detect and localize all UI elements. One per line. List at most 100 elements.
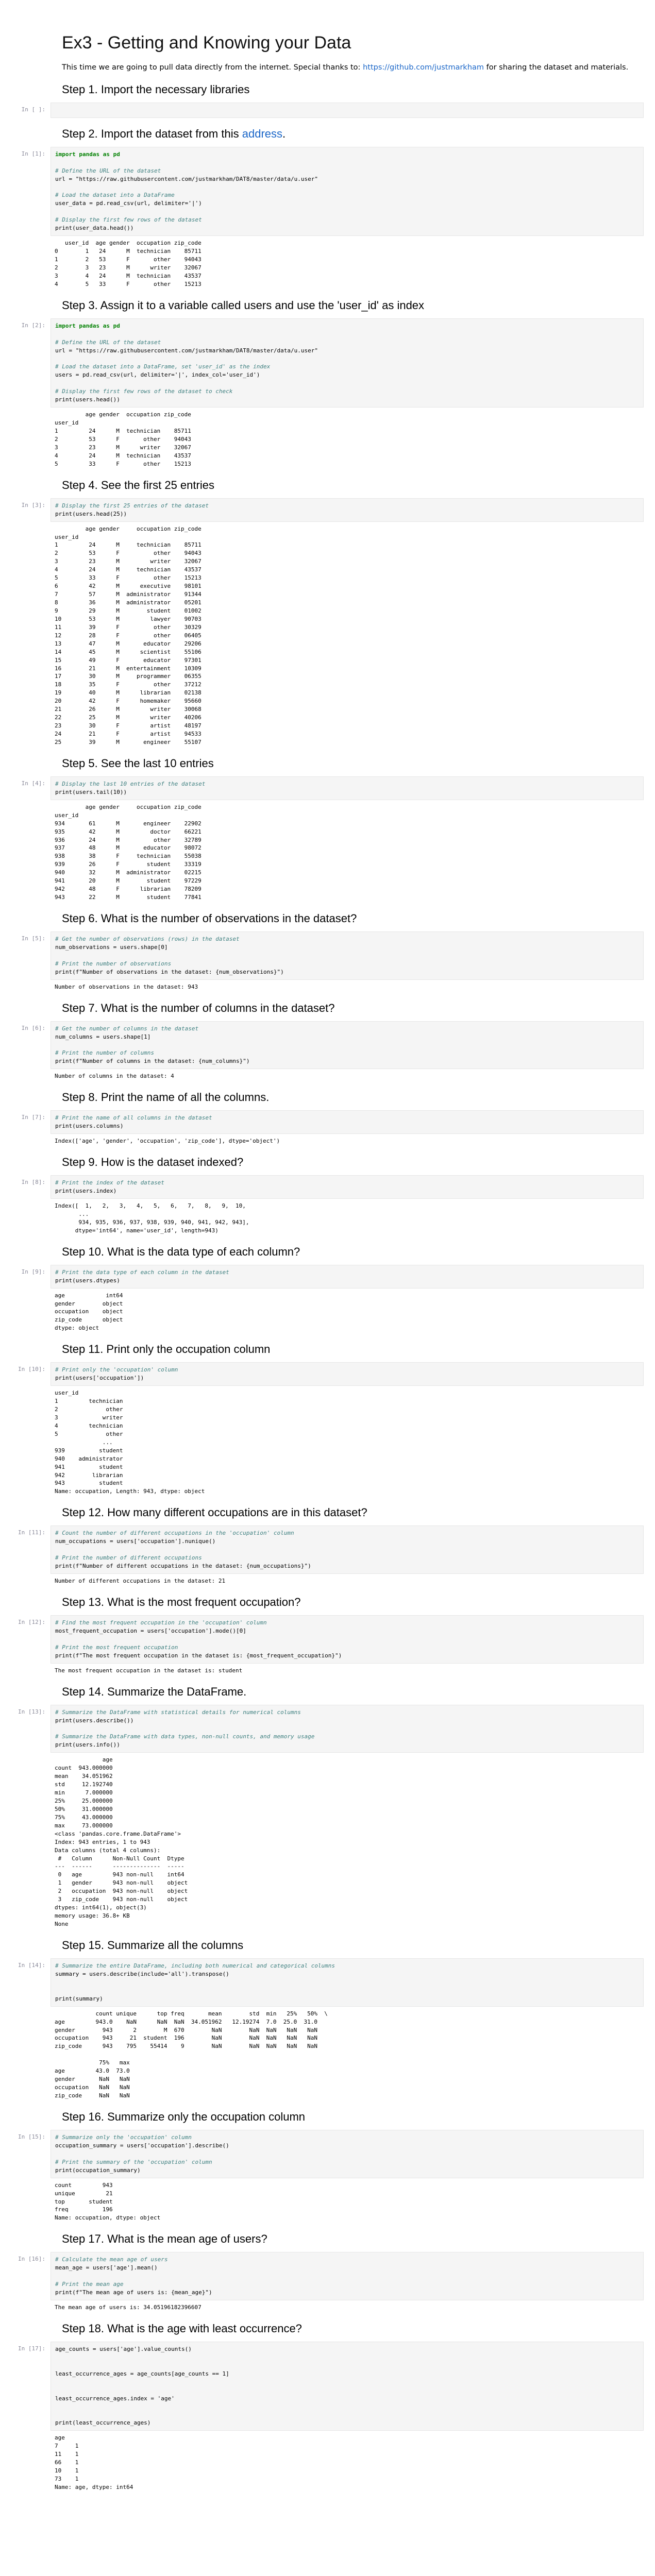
code-input[interactable] xyxy=(51,102,644,118)
cell-output-16: count 943 unique 21 top student freq 196… xyxy=(0,2180,644,2224)
output-text: Number of different occupations in the d… xyxy=(55,1578,226,1584)
code-comment: # Print the data type of each column in … xyxy=(55,1268,229,1276)
code-cell-5[interactable]: In [4]: # Display the last 10 entries of… xyxy=(0,776,644,800)
cell-prompt: In [13]: xyxy=(18,1708,45,1715)
code-comment: # Print the mean age xyxy=(55,2281,124,2288)
code-cell-3[interactable]: In [2]: import pandas as pd # Define the… xyxy=(0,318,644,408)
code-input[interactable]: age_counts = users['age'].value_counts()… xyxy=(51,2341,644,2431)
output-text: The mean age of users is: 34.05196182396… xyxy=(55,2304,201,2311)
code-cell-7[interactable]: In [6]: # Get the number of columns in t… xyxy=(0,1021,644,1070)
cell-prompt: In [ ]: xyxy=(21,106,45,113)
code-cell-2[interactable]: In [1]: import pandas as pd # Define the… xyxy=(0,146,644,236)
code-cell-9[interactable]: In [8]: # Print the index of the dataset… xyxy=(0,1175,644,1199)
cell-output-11: user_id 1 technician 2 other 3 writer 4 … xyxy=(0,1388,644,1497)
code-line: users = pd.read_csv(url, delimiter='|', … xyxy=(55,371,260,379)
code-line: print(f"The most frequent occupation in … xyxy=(55,1652,342,1659)
code-comment: # Count the number of different occupati… xyxy=(55,1530,294,1537)
output-text: count 943 unique 21 top student freq 196… xyxy=(55,2181,161,2222)
output-text: age count 943.000000 mean 34.051962 std … xyxy=(55,1756,188,1927)
code-cell-6[interactable]: In [5]: # Get the number of observations… xyxy=(0,931,644,980)
code-line: print(user_data.head()) xyxy=(55,225,134,232)
step-2-suffix: . xyxy=(282,127,286,140)
code-input[interactable]: import pandas as pd # Define the URL of … xyxy=(51,318,644,408)
code-line: least_occurrence_ages.index = 'age' xyxy=(55,2395,175,2402)
code-input[interactable]: import pandas as pd # Define the URL of … xyxy=(51,146,644,236)
cell-prompt: In [4]: xyxy=(21,779,45,787)
step-18-heading: Step 18. What is the age with least occu… xyxy=(62,2321,302,2335)
code-comment: # Print the index of the dataset xyxy=(55,1179,164,1187)
step-17-heading: Step 17. What is the mean age of users? xyxy=(62,2232,267,2246)
cell-prompt: In [7]: xyxy=(21,1114,45,1121)
code-input[interactable]: # Print only the 'occupation' column pri… xyxy=(51,1362,644,1386)
code-cell-15[interactable]: In [14]: # Summarize the entire DataFram… xyxy=(0,1958,644,2007)
code-line: print(users['occupation']) xyxy=(55,1375,144,1382)
cell-output-5: age gender occupation zip_code user_id 9… xyxy=(0,802,644,903)
code-line: print(users.head(25)) xyxy=(55,510,127,517)
code-cell-8[interactable]: In [7]: # Print the name of all columns … xyxy=(0,1110,644,1134)
cell-output-4: age gender occupation zip_code user_id 1… xyxy=(0,524,644,748)
code-input[interactable]: # Display the last 10 entries of the dat… xyxy=(51,776,644,800)
code-cell-4[interactable]: In [3]: # Display the first 25 entries o… xyxy=(0,498,644,522)
code-comment: # Print the most frequent occupation xyxy=(55,1643,178,1651)
code-input[interactable]: # Get the number of columns in the datas… xyxy=(51,1021,644,1070)
code-comment: # Find the most frequent occupation in t… xyxy=(55,1619,267,1626)
code-comment: # Display the first few rows of the data… xyxy=(55,216,202,224)
code-cell-11[interactable]: In [10]: # Print only the 'occupation' c… xyxy=(0,1362,644,1386)
code-cell-18[interactable]: In [17]: age_counts = users['age'].value… xyxy=(0,2341,644,2431)
output-text: Index(['age', 'gender', 'occupation', 'z… xyxy=(55,1138,280,1145)
code-line: most_frequent_occupation = users['occupa… xyxy=(55,1627,246,1634)
code-comment: # Display the last 10 entries of the dat… xyxy=(55,780,206,787)
code-cell-16[interactable]: In [15]: # Summarize only the 'occupatio… xyxy=(0,2129,644,2178)
step-15-heading: Step 15. Summarize all the columns xyxy=(62,1938,244,1952)
output-text: age 7 1 11 1 66 1 10 1 73 1 Name: age, d… xyxy=(55,2434,133,2490)
code-cell-17[interactable]: In [16]: # Calculate the mean age of use… xyxy=(0,2252,644,2300)
code-cell-1[interactable]: In [ ]: xyxy=(0,102,644,118)
code-line: print(f"The mean age of users is: {mean_… xyxy=(55,2289,212,2296)
cell-prompt: In [2]: xyxy=(21,321,45,329)
cell-prompt: In [11]: xyxy=(18,1529,45,1536)
code-input[interactable]: # Summarize the entire DataFrame, includ… xyxy=(51,1958,644,2007)
cell-output-9: Index([ 1, 2, 3, 4, 5, 6, 7, 8, 9, 10, .… xyxy=(0,1201,644,1236)
code-line: print(summary) xyxy=(55,1995,103,2002)
output-text: age gender occupation zip_code user_id 1… xyxy=(55,525,201,745)
cell-prompt: In [12]: xyxy=(18,1618,45,1625)
code-line: mean_age = users['age'].mean() xyxy=(55,2264,158,2272)
cell-prompt: In [10]: xyxy=(18,1366,45,1373)
step-5-heading: Step 5. See the last 10 entries xyxy=(62,756,214,770)
code-input[interactable]: # Get the number of observations (rows) … xyxy=(51,931,644,980)
code-input[interactable]: # Summarize only the 'occupation' column… xyxy=(51,2129,644,2178)
cell-output-13: The most frequent occupation in the data… xyxy=(0,1666,644,1676)
code-line: import pandas as pd xyxy=(55,150,120,158)
code-input[interactable]: # Calculate the mean age of users mean_a… xyxy=(51,2252,644,2300)
cell-output-3: age gender occupation zip_code user_id 1… xyxy=(0,410,644,469)
intro-link[interactable]: https://github.com/justmarkham xyxy=(363,63,484,72)
step-6-heading: Step 6. What is the number of observatio… xyxy=(62,912,357,925)
notebook-header: Ex3 - Getting and Knowing your Data This… xyxy=(0,33,655,74)
code-cell-13[interactable]: In [12]: # Find the most frequent occupa… xyxy=(0,1615,644,1664)
cell-prompt: In [17]: xyxy=(18,2345,45,2352)
cell-prompt: In [16]: xyxy=(18,2256,45,2263)
code-input[interactable]: # Print the data type of each column in … xyxy=(51,1264,644,1289)
step-14-heading: Step 14. Summarize the DataFrame. xyxy=(62,1685,247,1698)
code-input[interactable]: # Print the name of all columns in the d… xyxy=(51,1110,644,1134)
code-line: user_data = pd.read_csv(url, delimiter='… xyxy=(55,200,202,207)
code-input[interactable]: # Print the index of the dataset print(u… xyxy=(51,1175,644,1199)
output-text: Number of observations in the dataset: 9… xyxy=(55,983,198,990)
code-input[interactable]: # Count the number of different occupati… xyxy=(51,1526,644,1574)
code-cell-12[interactable]: In [11]: # Count the number of different… xyxy=(0,1526,644,1574)
cell-output-2: user_id age gender occupation zip_code 0… xyxy=(0,238,644,290)
output-text: age gender occupation zip_code user_id 9… xyxy=(55,803,201,901)
code-cell-14[interactable]: In [13]: # Summarize the DataFrame with … xyxy=(0,1704,644,1753)
cell-output-8: Index(['age', 'gender', 'occupation', 'z… xyxy=(0,1136,644,1146)
code-input[interactable]: # Display the first 25 entries of the da… xyxy=(51,498,644,522)
address-link[interactable]: address xyxy=(242,127,282,140)
code-input[interactable]: # Find the most frequent occupation in t… xyxy=(51,1615,644,1664)
step-7-heading: Step 7. What is the number of columns in… xyxy=(62,1001,335,1014)
step-8-heading: Step 8. Print the name of all the column… xyxy=(62,1091,270,1104)
code-cell-10[interactable]: In [9]: # Print the data type of each co… xyxy=(0,1264,644,1289)
code-comment: # Print only the 'occupation' column xyxy=(55,1366,178,1374)
code-comment: # Print the number of columns xyxy=(55,1049,155,1057)
code-input[interactable]: # Summarize the DataFrame with statistic… xyxy=(51,1704,644,1753)
intro-text: This time we are going to pull data dire… xyxy=(62,63,363,72)
code-comment: # Load the dataset into a DataFrame, set… xyxy=(55,363,271,370)
